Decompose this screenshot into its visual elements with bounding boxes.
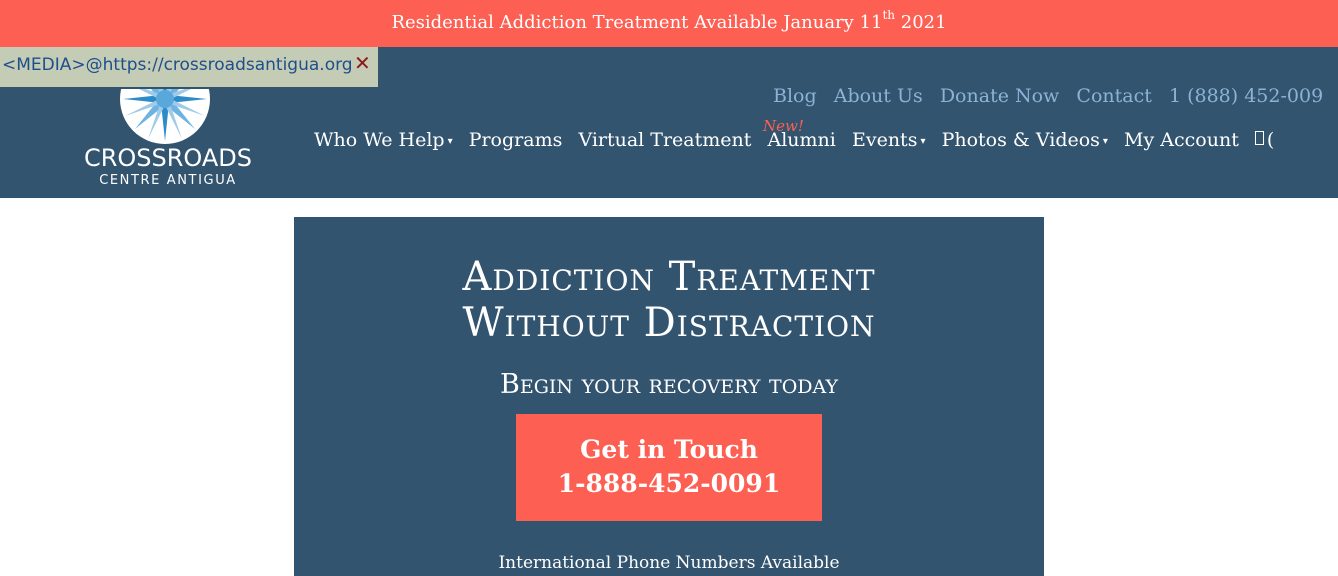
announcement-superscript: th [882,8,896,22]
hero-title: Addiction Treatment Without Distraction [294,254,1044,346]
close-icon[interactable]: ✕ [354,51,371,75]
nav-language[interactable]: ( [1254,129,1275,151]
nav-alumni[interactable]: Alumni [768,129,836,151]
caret-down-icon: ▾ [920,136,926,147]
cta-label: Get in Touch [580,435,758,464]
tooltip-text: <MEDIA>@https://crossroadsantigua.org [2,55,353,75]
nav-phone[interactable]: 1 (888) 452-009 [1169,85,1323,107]
url-tooltip: <MEDIA>@https://crossroadsantigua.org ✕ [0,47,380,89]
logo-subtitle: CENTRE ANTIGUA [99,173,237,188]
nav-donate-now[interactable]: Donate Now [940,85,1059,107]
nav-virtual-treatment[interactable]: Virtual Treatment [578,129,751,151]
main-nav: Who We Help ▾ Programs Virtual Treatment … [314,129,1285,151]
announcement-bar: Residential Addiction Treatment Availabl… [0,0,1338,47]
international-numbers-link[interactable]: International Phone Numbers Available [294,553,1044,573]
announcement-year: 2021 [895,12,947,33]
nav-contact[interactable]: Contact [1076,85,1151,107]
cta-phone: 1-888-452-0091 [557,469,781,498]
announcement-text: Residential Addiction Treatment Availabl… [391,12,883,33]
caret-down-icon: ▾ [1102,136,1108,147]
nav-about-us[interactable]: About Us [834,85,923,107]
nav-photos-videos-label: Photos & Videos [941,129,1100,151]
nav-events-label: Events [851,129,918,151]
nav-blog[interactable]: Blog [773,85,817,107]
nav-photos-videos[interactable]: Photos & Videos ▾ [942,129,1108,151]
nav-who-we-help-label: Who We Help [314,129,445,151]
nav-who-we-help[interactable]: Who We Help ▾ [314,129,453,151]
logo-title: CROSSROADS [83,144,253,172]
hero-panel: Addiction Treatment Without Distraction … [294,217,1044,576]
flag-icon [1254,131,1264,145]
nav-language-label: ( [1266,129,1275,151]
hero-title-line2: Without Distraction [462,300,876,346]
nav-my-account[interactable]: My Account [1124,129,1239,151]
nav-events[interactable]: Events ▾ [852,129,926,151]
hero-subtitle: Begin your recovery today [500,369,838,400]
hero-title-line1: Addiction Treatment [462,254,876,300]
utility-nav: Blog About Us Donate Now Contact 1 (888)… [773,85,1335,107]
get-in-touch-button[interactable]: Get in Touch 1-888-452-0091 [516,414,822,521]
caret-down-icon: ▾ [447,136,453,147]
nav-programs[interactable]: Programs [469,129,563,151]
